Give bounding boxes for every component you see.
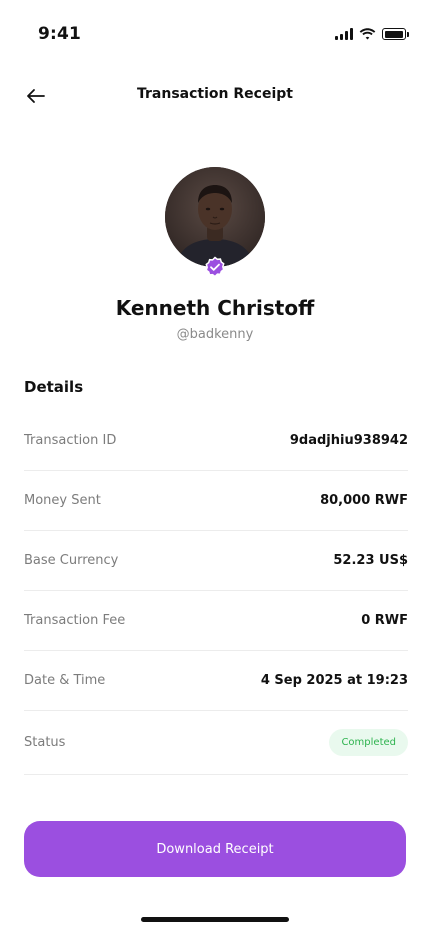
detail-label: Base Currency (24, 553, 119, 568)
detail-value: 52.23 US$ (333, 553, 408, 568)
detail-row-date-time: Date & Time 4 Sep 2025 at 19:23 (24, 651, 408, 711)
download-receipt-button[interactable]: Download Receipt (24, 821, 406, 877)
home-indicator (141, 917, 289, 922)
detail-label: Transaction ID (24, 433, 117, 448)
recipient-name: Kenneth Christoff (115, 296, 315, 320)
battery-icon (382, 28, 409, 40)
detail-value: 4 Sep 2025 at 19:23 (260, 673, 408, 688)
status-icons (335, 28, 409, 40)
detail-row-transaction-fee: Transaction Fee 0 RWF (24, 591, 408, 651)
detail-row-status: Status Completed (24, 711, 408, 775)
avatar (165, 167, 265, 267)
avatar-photo (165, 167, 265, 267)
detail-label: Transaction Fee (24, 613, 126, 628)
verified-check-icon (205, 256, 225, 278)
wifi-icon (359, 28, 376, 40)
details-list: Transaction ID 9dadjhiu938942 Money Sent… (24, 411, 408, 775)
detail-row-base-currency: Base Currency 52.23 US$ (24, 531, 408, 591)
page-title: Transaction Receipt (137, 86, 293, 102)
header: Transaction Receipt (0, 76, 430, 116)
detail-row-transaction-id: Transaction ID 9dadjhiu938942 (24, 411, 408, 471)
avatar-container (165, 167, 265, 278)
details-heading: Details (24, 378, 84, 396)
status-badge: Completed (329, 729, 408, 756)
detail-label: Date & Time (24, 673, 106, 688)
detail-value: 0 RWF (361, 613, 408, 628)
detail-label: Money Sent (24, 493, 101, 508)
detail-value: 9dadjhiu938942 (289, 433, 408, 448)
detail-label: Status (24, 735, 66, 750)
detail-value: 80,000 RWF (320, 493, 408, 508)
status-bar: 9:41 (0, 0, 430, 70)
recipient-handle: @badkenny (176, 327, 254, 342)
cellular-signal-icon (335, 28, 353, 40)
detail-row-money-sent: Money Sent 80,000 RWF (24, 471, 408, 531)
status-time: 9:41 (38, 24, 82, 44)
